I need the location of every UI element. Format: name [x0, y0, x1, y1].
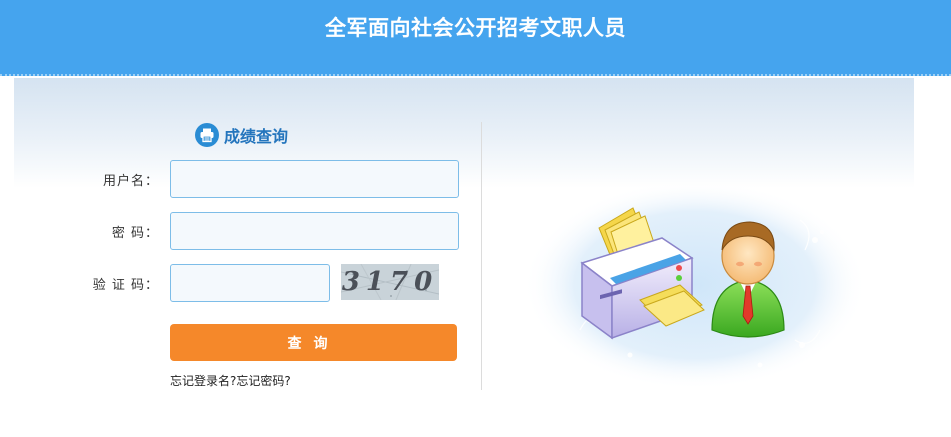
form-title: 成绩查询 [195, 122, 288, 148]
password-label: 密 码： [111, 226, 159, 241]
captcha-input[interactable] [170, 264, 330, 302]
printer-user-illustration [523, 180, 867, 390]
username-input[interactable] [170, 160, 459, 198]
printer-icon [195, 123, 219, 147]
password-input[interactable] [170, 212, 459, 250]
vertical-divider [481, 122, 482, 390]
captcha-label: 验 证 码： [92, 278, 159, 293]
query-button[interactable]: 查询 [170, 324, 457, 361]
captcha-image[interactable]: 3170 [341, 264, 439, 300]
page-title: 全军面向社会公开招考文职人员 [325, 16, 626, 40]
page-header: 全军面向社会公开招考文职人员 [0, 0, 951, 76]
username-label: 用户名： [102, 174, 159, 189]
forgot-password-link[interactable]: 忘记密码? [236, 374, 290, 388]
captcha-text: 3170 [341, 267, 439, 297]
forgot-username-link[interactable]: 忘记登录名? [170, 374, 236, 388]
form-title-text: 成绩查询 [224, 127, 289, 146]
forgot-links: 忘记登录名?忘记密码? [170, 372, 291, 389]
